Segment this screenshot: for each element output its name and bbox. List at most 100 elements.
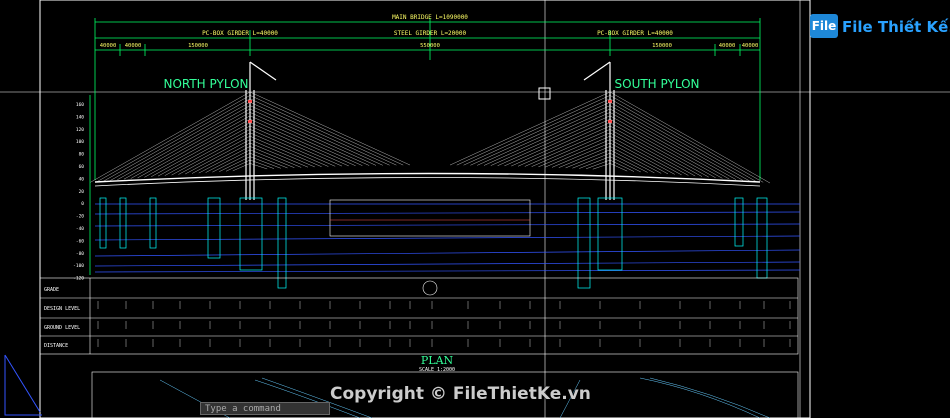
stay-cable — [249, 125, 343, 167]
stay-cable — [249, 163, 268, 170]
elevation-tick-label: 80 — [79, 152, 85, 158]
elevation-tick-label: 20 — [79, 189, 85, 195]
dim-south-1: 150000 — [652, 43, 672, 49]
stay-cable — [531, 132, 611, 167]
stay-cable — [609, 91, 771, 184]
stay-cable — [110, 102, 251, 181]
stay-cable — [609, 122, 709, 178]
elevation-tick-label: -60 — [76, 238, 84, 244]
stay-cable — [249, 108, 377, 166]
stay-cable — [609, 163, 628, 172]
plan-scale: SCALE 1:2000 — [419, 367, 455, 373]
elevation-scale: 160 140 120 100 80 60 40 20 0 -20 -40 -60 -80 -100 -12… — [73, 102, 84, 282]
dim-north-1: 40000 — [100, 43, 117, 49]
stay-cable — [609, 132, 689, 176]
command-input[interactable]: Type a command — [200, 402, 330, 415]
deck-underside — [94, 177, 761, 187]
cursor-pickbox[interactable] — [538, 87, 551, 100]
stay-cable — [249, 95, 404, 166]
stay-cable — [151, 122, 251, 177]
stay-cable — [191, 142, 251, 174]
stay-cable — [232, 163, 251, 171]
stay-cable — [137, 115, 251, 179]
stay-cable — [249, 91, 411, 166]
elevation-tick-label: -40 — [76, 226, 84, 232]
stay-cable — [490, 112, 611, 166]
steel-girder-label: STEEL GIRDER L=20000 — [394, 30, 467, 37]
stay-cable — [609, 139, 675, 175]
stay-cable — [249, 122, 349, 167]
stay-cable — [558, 146, 611, 168]
stay-cable — [185, 139, 251, 175]
stay-cable — [449, 91, 611, 166]
stay-cable — [249, 112, 370, 166]
stay-cable — [609, 102, 750, 182]
south-girder-label: PC-BOX GIRDER L=40000 — [597, 30, 673, 37]
main-bridge-label: MAIN BRIDGE L=1090000 — [392, 14, 468, 21]
stay-cable — [609, 125, 703, 177]
stay-cable — [144, 119, 251, 178]
stay-cable — [609, 98, 757, 182]
north-girder-label: PC-BOX GIRDER L=40000 — [202, 30, 278, 37]
stay-cable — [89, 91, 251, 183]
stay-cable — [609, 119, 716, 178]
stay-cable — [579, 156, 611, 169]
elevation-tick-label: -20 — [76, 214, 84, 220]
row-ground-level: GROUND LEVEL — [44, 325, 80, 331]
stay-cable — [511, 122, 611, 167]
ucs-icon — [4, 354, 42, 416]
stay-cable — [130, 112, 251, 179]
stay-cable — [249, 115, 363, 166]
stay-cable — [103, 98, 251, 182]
elevation-tick-label: -120 — [73, 276, 84, 282]
stay-cable — [609, 142, 669, 175]
elevation-tick-label: 120 — [76, 127, 84, 133]
stay-cable — [456, 95, 611, 166]
stay-cable — [249, 142, 309, 168]
stay-cable — [249, 132, 329, 167]
stay-cable — [538, 136, 611, 168]
elevation-tick-label: 0 — [81, 201, 84, 207]
pylon-anchor-marks — [248, 100, 612, 123]
stay-cable — [551, 142, 611, 168]
stay-cable — [249, 136, 322, 167]
elevation-tick-label: -100 — [73, 263, 84, 269]
stay-cable — [477, 105, 611, 166]
stay-cable — [592, 163, 611, 170]
stay-cable — [609, 95, 764, 183]
stay-cable — [497, 115, 611, 166]
logo-icon: File — [810, 14, 838, 38]
cad-drawing-canvas[interactable]: 160 140 120 100 80 60 40 20 0 -20 -40 -60 -80 -100 -12… — [0, 0, 950, 418]
plan-title: PLAN — [421, 354, 454, 367]
stay-cable — [609, 115, 723, 179]
brand-name: File Thiết Kế.vn — [842, 18, 950, 36]
north-pylon-title: NORTH PYLON — [163, 77, 248, 91]
stay-cable — [249, 156, 281, 169]
elevation-tick-label: 160 — [76, 102, 84, 108]
stay-cable — [572, 153, 611, 169]
elevation-tick-label: 60 — [79, 164, 85, 170]
section-symbol — [422, 280, 438, 296]
pylon-towers — [245, 61, 615, 200]
row-design-level: DESIGN LEVEL — [44, 306, 80, 312]
stay-cable — [171, 132, 251, 176]
stay-cable — [157, 125, 251, 177]
elevation-tick-label: 100 — [76, 139, 84, 145]
row-grade: GRADE — [44, 287, 59, 293]
water-layers — [94, 203, 801, 273]
row-distance: DISTANCE — [44, 343, 68, 349]
stay-cable — [249, 105, 383, 166]
stay-cable — [249, 102, 390, 166]
stay-cable — [517, 125, 611, 167]
stay-cable — [219, 156, 251, 172]
foundation-piles — [99, 197, 768, 289]
stay-cable — [483, 108, 611, 166]
brand-logo: File File Thiết Kế.vn — [810, 8, 950, 46]
copyright-watermark: Copyright © FileThietKe.vn — [330, 384, 591, 404]
stay-cable — [123, 108, 251, 180]
dim-north-3: 150000 — [188, 43, 208, 49]
stay-cable — [609, 156, 641, 173]
profile-table — [39, 277, 799, 355]
table-ticks — [97, 301, 791, 347]
stay-cable — [249, 146, 302, 168]
